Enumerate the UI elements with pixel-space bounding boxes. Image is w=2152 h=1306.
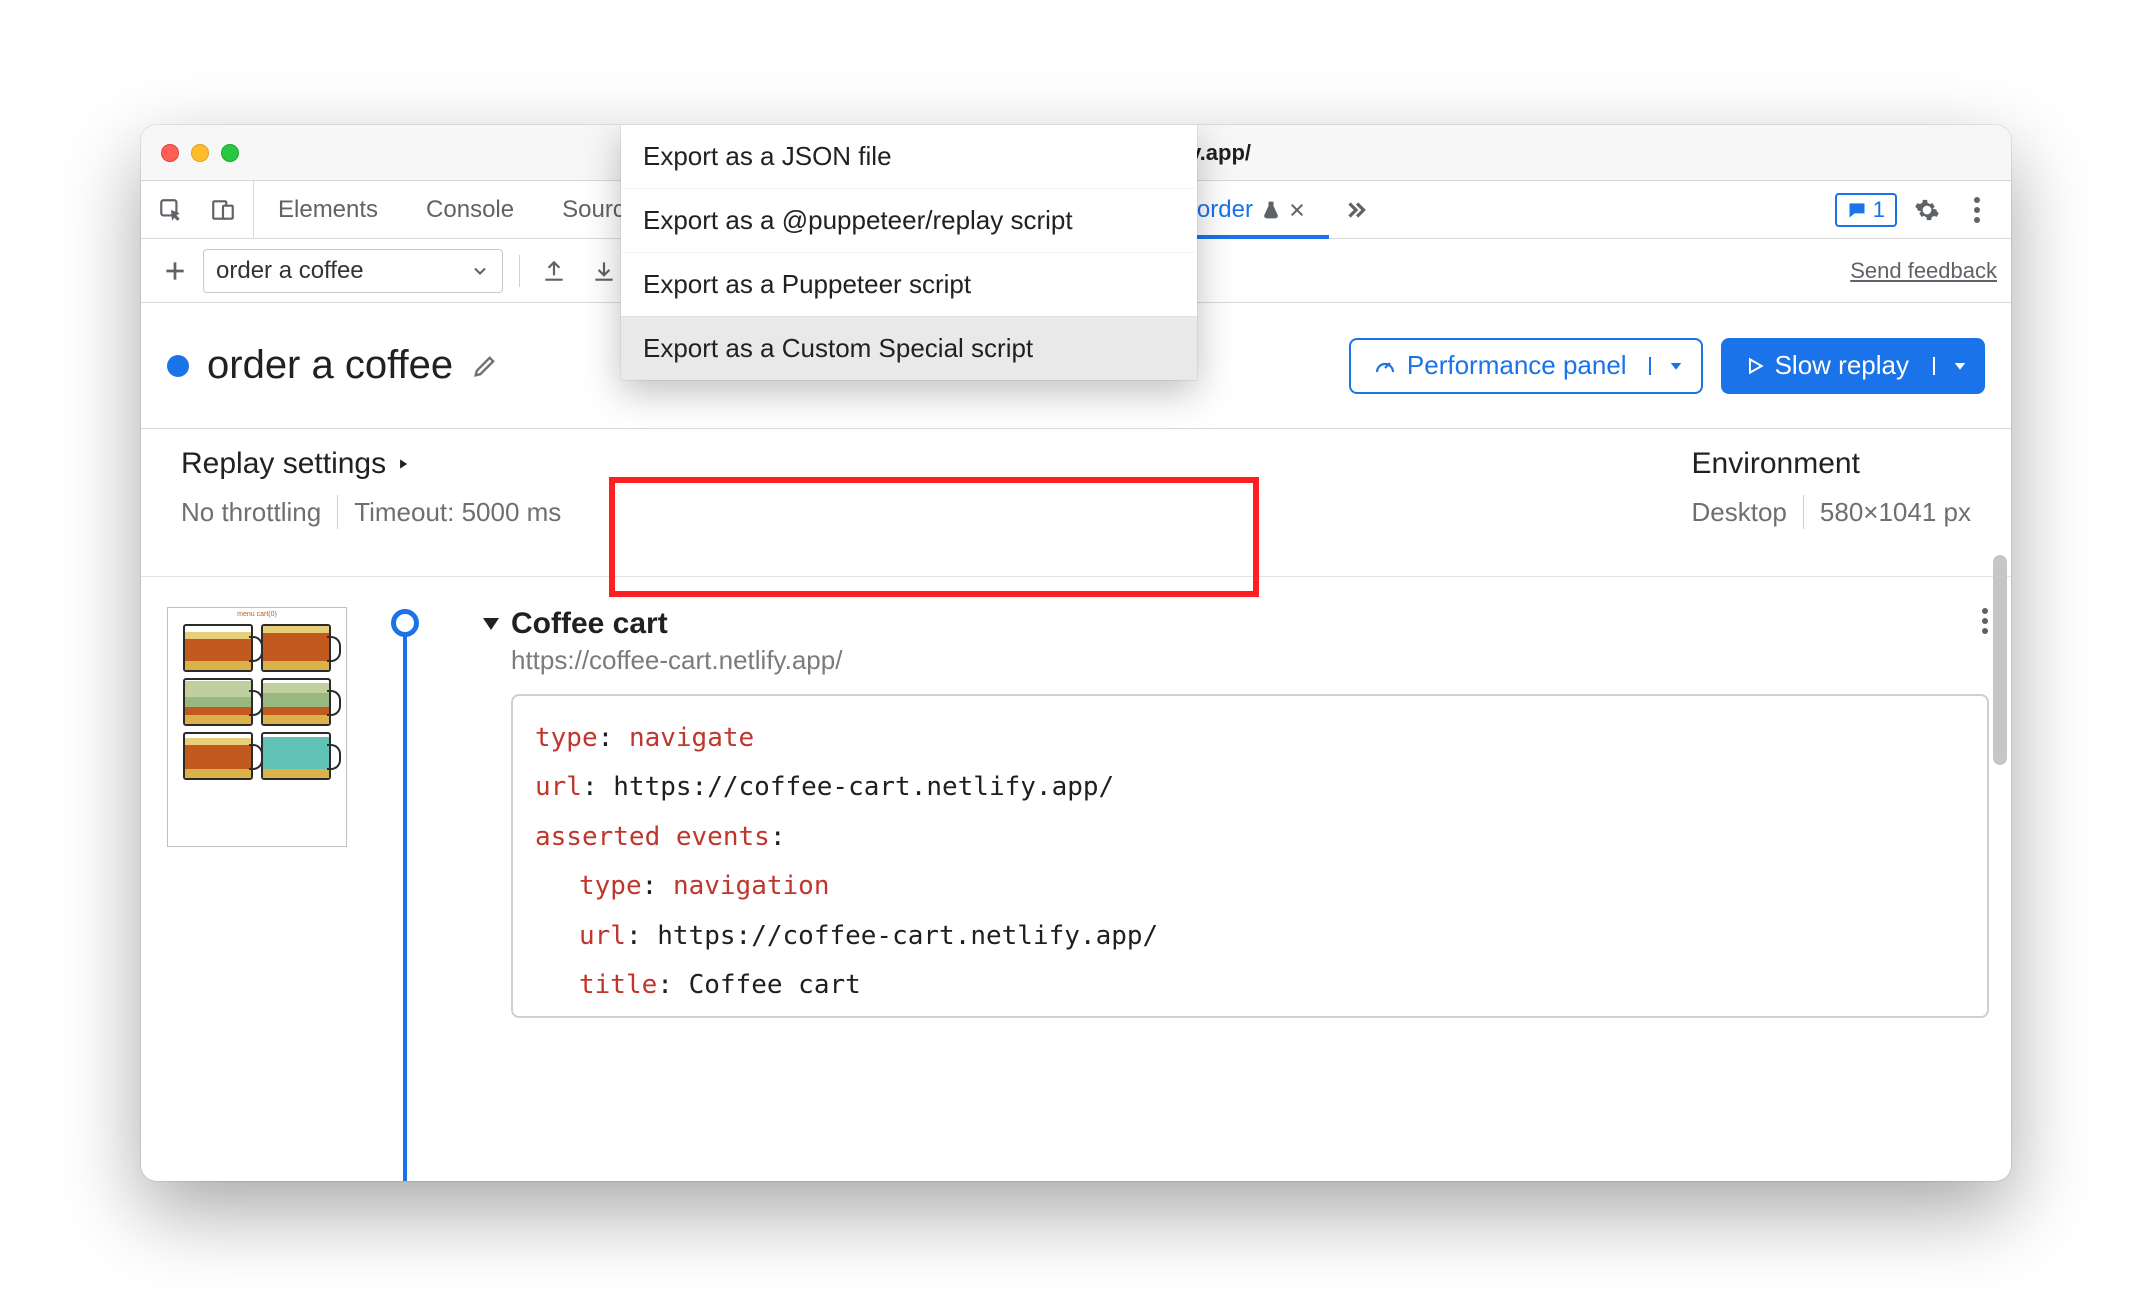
replay-settings-header[interactable]: Replay settings (181, 447, 561, 481)
flask-icon (1261, 200, 1281, 220)
recording-selector-label: order a coffee (216, 257, 364, 285)
triangle-down-icon (1667, 357, 1685, 375)
code-value: navigate (629, 723, 754, 753)
slow-replay-button[interactable]: Slow replay (1721, 338, 1985, 394)
environment-dimensions: 580×1041 px (1820, 497, 1971, 528)
export-puppeteer-replay-item[interactable]: Export as a @puppeteer/replay script (621, 188, 1197, 252)
button-label: Slow replay (1775, 350, 1909, 381)
code-key: type (535, 723, 598, 753)
rename-button[interactable] (471, 352, 499, 380)
timeout-value: Timeout: 5000 ms (354, 497, 561, 528)
gauge-icon (1373, 354, 1397, 378)
recording-body: menu cart(0) (141, 577, 2011, 1181)
timeline-dot (391, 609, 419, 637)
button-label: Performance panel (1407, 350, 1627, 381)
environment-label: Environment (1692, 447, 1860, 481)
more-tabs-button[interactable] (1329, 181, 1383, 238)
device-toolbar-icon[interactable] (203, 190, 243, 230)
export-menu: Export as a JSON file Export as a @puppe… (621, 125, 1197, 380)
step-header[interactable]: Coffee cart (483, 607, 1989, 641)
slow-replay-split[interactable] (1933, 357, 1985, 375)
upload-icon (541, 258, 567, 284)
performance-panel-button[interactable]: Performance panel (1349, 338, 1703, 394)
code-key: asserted events (535, 822, 770, 852)
code-value: https://coffee-cart.netlify.app/ (657, 921, 1158, 951)
code-key: type (579, 871, 642, 901)
chevron-down-icon (470, 261, 490, 281)
tab-label: Elements (278, 196, 378, 224)
issues-count: 1 (1873, 197, 1885, 223)
export-button[interactable] (534, 251, 574, 291)
recording-name: order a coffee (207, 343, 453, 388)
code-key: title (579, 970, 657, 1000)
code-value: https://coffee-cart.netlify.app/ (613, 772, 1114, 802)
inspect-element-icon[interactable] (151, 190, 191, 230)
page-thumbnail: menu cart(0) (167, 607, 347, 847)
new-recording-button[interactable] (155, 258, 195, 284)
divider (337, 495, 338, 529)
kebab-icon (1981, 607, 1989, 635)
code-key: url (579, 921, 626, 951)
gear-icon (1914, 197, 1940, 223)
triangle-down-icon (1951, 357, 1969, 375)
zoom-window-button[interactable] (221, 144, 239, 162)
step-menu-button[interactable] (1981, 607, 1989, 635)
export-json-item[interactable]: Export as a JSON file (621, 125, 1197, 188)
recording-selector[interactable]: order a coffee (203, 249, 503, 293)
recording-subheader: Replay settings No throttling Timeout: 5… (141, 429, 2011, 577)
step-card: Coffee cart https://coffee-cart.netlify.… (483, 607, 1989, 1018)
pencil-icon (471, 352, 499, 380)
settings-button[interactable] (1907, 190, 1947, 230)
devtools-window: DevTools - coffee-cart.netlify.app/ Elem… (141, 125, 2011, 1181)
send-feedback-link[interactable]: Send feedback (1850, 258, 1997, 284)
code-value: Coffee cart (689, 970, 861, 1000)
triangle-right-icon (396, 455, 410, 473)
recording-dot-icon (167, 355, 189, 377)
scrollbar-thumb[interactable] (1993, 555, 2007, 765)
import-button[interactable] (584, 251, 624, 291)
kebab-icon (1973, 196, 1981, 224)
step-title: Coffee cart (511, 607, 668, 641)
timeline-line (403, 623, 407, 1181)
close-icon[interactable] (1289, 202, 1305, 218)
play-icon (1745, 355, 1765, 377)
code-value: navigation (673, 871, 830, 901)
export-custom-special-item[interactable]: Export as a Custom Special script (621, 316, 1197, 380)
recording-header: order a coffee Performance panel Slow re… (141, 303, 2011, 429)
close-window-button[interactable] (161, 144, 179, 162)
tab-label: Console (426, 196, 514, 224)
export-puppeteer-item[interactable]: Export as a Puppeteer script (621, 252, 1197, 316)
triangle-down-icon (483, 618, 499, 630)
chevron-double-right-icon (1343, 197, 1369, 223)
throttling-value: No throttling (181, 497, 321, 528)
message-icon (1847, 200, 1867, 220)
code-key: url (535, 772, 582, 802)
minimize-window-button[interactable] (191, 144, 209, 162)
download-icon (591, 258, 617, 284)
divider (1803, 495, 1804, 529)
tab-console[interactable]: Console (402, 181, 538, 238)
more-menu-button[interactable] (1957, 190, 1997, 230)
issues-badge[interactable]: 1 (1835, 193, 1897, 227)
tab-elements[interactable]: Elements (254, 181, 402, 238)
step-details: type: navigate url: https://coffee-cart.… (511, 694, 1989, 1018)
replay-settings-label: Replay settings (181, 447, 386, 481)
divider (519, 255, 520, 287)
step-url: https://coffee-cart.netlify.app/ (511, 645, 1989, 676)
traffic-lights (161, 144, 239, 162)
recording-steps: Coffee cart https://coffee-cart.netlify.… (347, 577, 2011, 1181)
performance-panel-split[interactable] (1649, 357, 1701, 375)
environment-device: Desktop (1692, 497, 1787, 528)
